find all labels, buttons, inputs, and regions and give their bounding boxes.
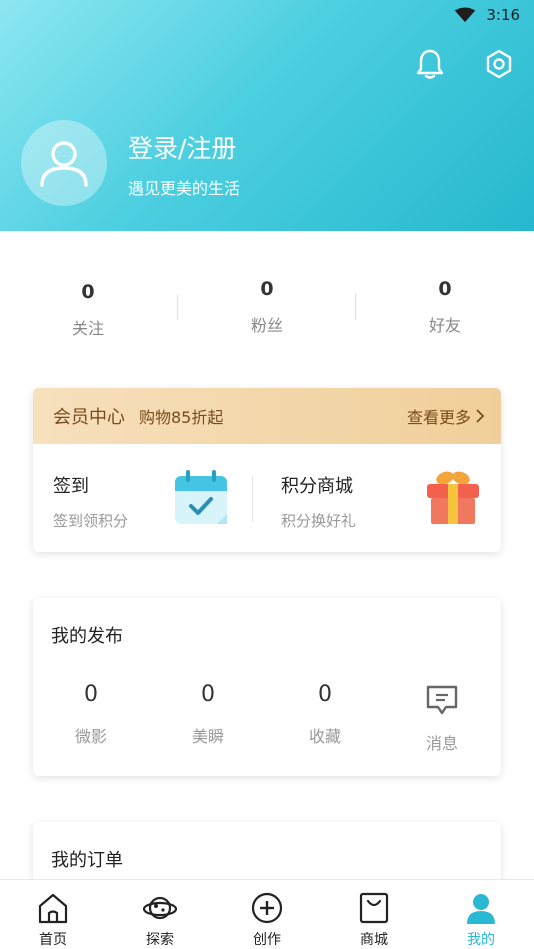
stat-label: 粉丝	[250, 316, 283, 335]
stat-fans[interactable]: 0 粉丝	[207, 278, 327, 336]
login-register-link[interactable]: 登录/注册	[128, 129, 236, 165]
favorites-count: 0	[318, 682, 332, 707]
posts-moments-label: 美瞬	[191, 727, 224, 746]
status-bar: 3:16	[454, 0, 534, 30]
tab-label: 探索	[146, 932, 174, 948]
status-time: 3:16	[486, 6, 520, 24]
posts-moments-item[interactable]: 0 美瞬	[168, 682, 248, 747]
stat-value: 0	[260, 278, 274, 300]
tab-label: 创作	[253, 932, 281, 948]
points-mall-subtitle: 积分换好礼	[281, 512, 357, 530]
posts-videos-count: 0	[84, 682, 98, 707]
stat-divider	[177, 294, 178, 320]
tab-mall[interactable]: 商城	[334, 880, 414, 949]
tab-label: 我的	[467, 932, 495, 948]
avatar[interactable]	[21, 120, 107, 206]
wifi-icon	[455, 7, 476, 23]
profile-header: 3:16 登录/注册 遇见更美的生活	[0, 0, 534, 231]
stat-divider	[355, 294, 356, 320]
stat-value: 0	[81, 281, 95, 303]
home-icon	[38, 893, 68, 924]
messages-item[interactable]: 消息	[402, 684, 482, 754]
user-icon	[467, 894, 495, 924]
check-in-subtitle: 签到领积分	[53, 512, 129, 530]
my-posts-title: 我的发布	[51, 626, 123, 647]
check-in-title: 签到	[53, 476, 89, 497]
tab-label: 首页	[39, 932, 67, 948]
stat-value: 0	[438, 278, 452, 300]
favorites-item[interactable]: 0 收藏	[285, 682, 365, 747]
stat-following[interactable]: 0 关注	[28, 281, 148, 339]
planet-icon	[143, 896, 177, 920]
posts-videos-label: 微影	[74, 727, 107, 746]
my-posts-card: 我的发布 0 微影 0 美瞬 0 收藏 消息	[33, 598, 501, 776]
bottom-tab-bar: 首页 探索 创作 商城 我的	[0, 879, 534, 949]
tab-explore[interactable]: 探索	[120, 880, 200, 949]
tab-label: 商城	[360, 932, 388, 948]
check-in-item[interactable]: 签到 签到领积分	[33, 444, 252, 552]
messages-label: 消息	[425, 734, 458, 753]
calendar-check-icon	[175, 470, 227, 524]
view-more-label: 查看更多	[406, 408, 471, 427]
points-mall-item[interactable]: 积分商城 积分换好礼	[253, 444, 501, 552]
plus-circle-icon	[251, 892, 283, 924]
posts-videos-item[interactable]: 0 微影	[51, 682, 131, 747]
gift-icon	[427, 471, 479, 524]
posts-moments-count: 0	[201, 682, 215, 707]
chevron-right-icon	[476, 409, 485, 423]
default-avatar-icon	[40, 141, 88, 187]
login-subtitle: 遇见更美的生活	[128, 179, 241, 198]
tab-home[interactable]: 首页	[13, 880, 93, 949]
settings-icon[interactable]	[483, 48, 515, 80]
stat-label: 关注	[71, 319, 104, 338]
stat-friends[interactable]: 0 好友	[385, 278, 505, 336]
member-center-title: 会员中心	[53, 407, 125, 428]
stat-label: 好友	[428, 316, 461, 335]
member-center-card: 会员中心 购物85折起 查看更多 签到 签到领积分 积分商城 积分换好礼	[33, 388, 501, 552]
favorites-label: 收藏	[308, 727, 341, 746]
message-icon	[426, 685, 458, 715]
my-orders-title: 我的订单	[51, 850, 123, 871]
shopping-bag-icon	[359, 892, 389, 924]
view-more-link[interactable]: 查看更多	[407, 388, 485, 444]
tab-me[interactable]: 我的	[441, 880, 521, 949]
member-center-header[interactable]: 会员中心 购物85折起 查看更多	[33, 388, 501, 444]
tab-create[interactable]: 创作	[227, 880, 307, 949]
member-promo-text: 购物85折起	[139, 408, 224, 427]
notification-bell-icon[interactable]	[415, 48, 445, 80]
points-mall-title: 积分商城	[281, 476, 353, 497]
